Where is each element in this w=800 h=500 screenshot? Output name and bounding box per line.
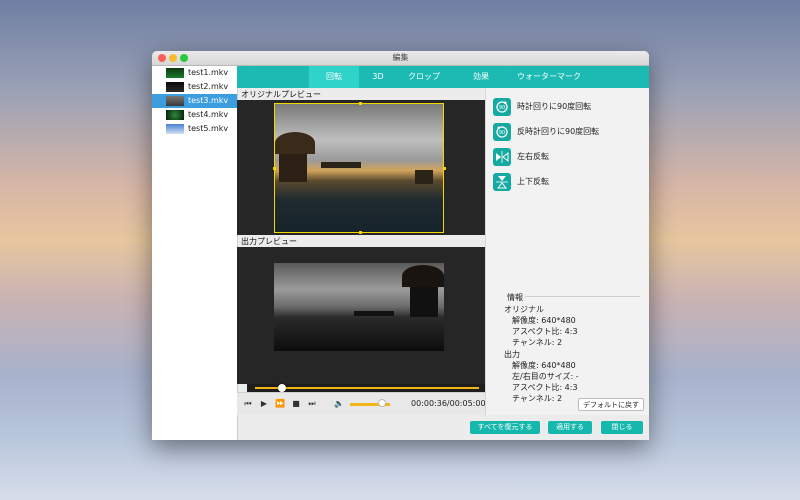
time-display: 00:00:36/00:05:00 — [411, 399, 486, 408]
crop-handle[interactable] — [443, 167, 446, 170]
apply-button[interactable]: 適用する — [548, 421, 592, 434]
tab-effects[interactable]: 効果 — [463, 66, 499, 88]
flip-vertical-label: 上下反転 — [517, 177, 549, 186]
flip-horizontal-icon — [493, 148, 511, 166]
file-item-test3[interactable]: test3.mkv — [152, 94, 237, 108]
fast-forward-icon[interactable]: ⏩ — [275, 399, 285, 409]
output-resolution: 解像度: 640*480 — [512, 361, 576, 370]
original-resolution: 解像度: 640*480 — [512, 316, 576, 325]
file-name: test2.mkv — [188, 82, 229, 91]
volume-knob[interactable] — [378, 399, 386, 407]
rotate-cw-icon: 90 — [493, 98, 511, 116]
restore-all-button[interactable]: すべてを復元する — [470, 421, 540, 434]
playback-controls: ⏮ ▶ ⏩ ■ ⏭ 🔈 00:00:36/00:05:00 — [237, 392, 486, 415]
file-item-test1[interactable]: test1.mkv — [152, 66, 237, 80]
flip-vertical-icon — [493, 173, 511, 191]
file-item-test5[interactable]: test5.mkv — [152, 122, 237, 136]
crop-handle[interactable] — [359, 102, 362, 105]
video-thumbnail — [166, 110, 184, 120]
info-divider — [525, 296, 640, 297]
progress-knob[interactable] — [277, 384, 286, 392]
progress-track — [255, 387, 479, 389]
skip-forward-icon[interactable]: ⏭ — [307, 399, 317, 409]
file-name: test1.mkv — [188, 68, 229, 77]
close-window-icon[interactable] — [158, 54, 166, 62]
original-channels: チャンネル: 2 — [512, 338, 563, 347]
video-thumbnail — [166, 96, 184, 106]
title-bar: 編集 — [152, 51, 649, 66]
output-info-title: 出力 — [504, 350, 520, 359]
reset-default-button[interactable]: デフォルトに戻す — [578, 398, 644, 411]
original-aspect: アスペクト比: 4:3 — [512, 327, 578, 336]
file-name: test4.mkv — [188, 110, 229, 119]
skip-back-icon[interactable]: ⏮ — [243, 399, 253, 409]
minimize-window-icon[interactable] — [169, 54, 177, 62]
svg-text:90: 90 — [499, 130, 505, 136]
close-button[interactable]: 閉じる — [601, 421, 643, 434]
tab-bar: 回転 3D クロップ 効果 ウォーターマーク — [237, 66, 649, 88]
tab-3d[interactable]: 3D — [359, 66, 397, 88]
output-preview — [237, 247, 485, 384]
crop-frame[interactable] — [274, 103, 444, 233]
original-preview-label: オリジナルプレビュー — [241, 90, 321, 99]
info-title: 情報 — [507, 293, 523, 302]
tab-rotate[interactable]: 回転 — [309, 66, 359, 88]
volume-icon[interactable]: 🔈 — [334, 399, 344, 409]
rotate-ccw-label: 反時計回りに90度回転 — [517, 127, 600, 136]
output-preview-label: 出力プレビュー — [241, 237, 297, 246]
crop-handle[interactable] — [273, 167, 276, 170]
rotate-cw-label: 時計回りに90度回転 — [517, 102, 592, 111]
output-channels: チャンネル: 2 — [512, 394, 563, 403]
video-thumbnail — [166, 124, 184, 134]
rotate-panel: 90 時計回りに90度回転 90 反時計回りに90度回転 左右反転 上下反転 情… — [485, 88, 649, 415]
original-preview — [237, 100, 485, 235]
file-item-test4[interactable]: test4.mkv — [152, 108, 237, 122]
video-thumbnail — [166, 82, 184, 92]
rotate-ccw-icon: 90 — [493, 123, 511, 141]
tab-watermark[interactable]: ウォーターマーク — [505, 66, 593, 88]
video-thumbnail — [166, 68, 184, 78]
file-name: test3.mkv — [188, 96, 229, 105]
file-item-test2[interactable]: test2.mkv — [152, 80, 237, 94]
output-video-frame — [274, 263, 444, 351]
flip-horizontal-label: 左右反転 — [517, 152, 549, 161]
output-eye-size: 左/右目のサイズ: - — [512, 372, 579, 381]
crop-handle[interactable] — [359, 231, 362, 234]
file-list: test1.mkv test2.mkv test3.mkv test4.mkv … — [152, 66, 238, 440]
original-info-title: オリジナル — [504, 305, 544, 314]
edit-window: 編集 test1.mkv test2.mkv test3.mkv test4.m… — [152, 51, 649, 440]
output-aspect: アスペクト比: 4:3 — [512, 383, 578, 392]
play-icon[interactable]: ▶ — [259, 399, 269, 409]
svg-text:90: 90 — [499, 105, 505, 111]
tab-crop[interactable]: クロップ — [399, 66, 449, 88]
file-name: test5.mkv — [188, 124, 229, 133]
stop-icon[interactable]: ■ — [291, 399, 301, 409]
maximize-window-icon[interactable] — [180, 54, 188, 62]
window-title: 編集 — [392, 53, 409, 62]
progress-bar[interactable] — [247, 384, 487, 392]
